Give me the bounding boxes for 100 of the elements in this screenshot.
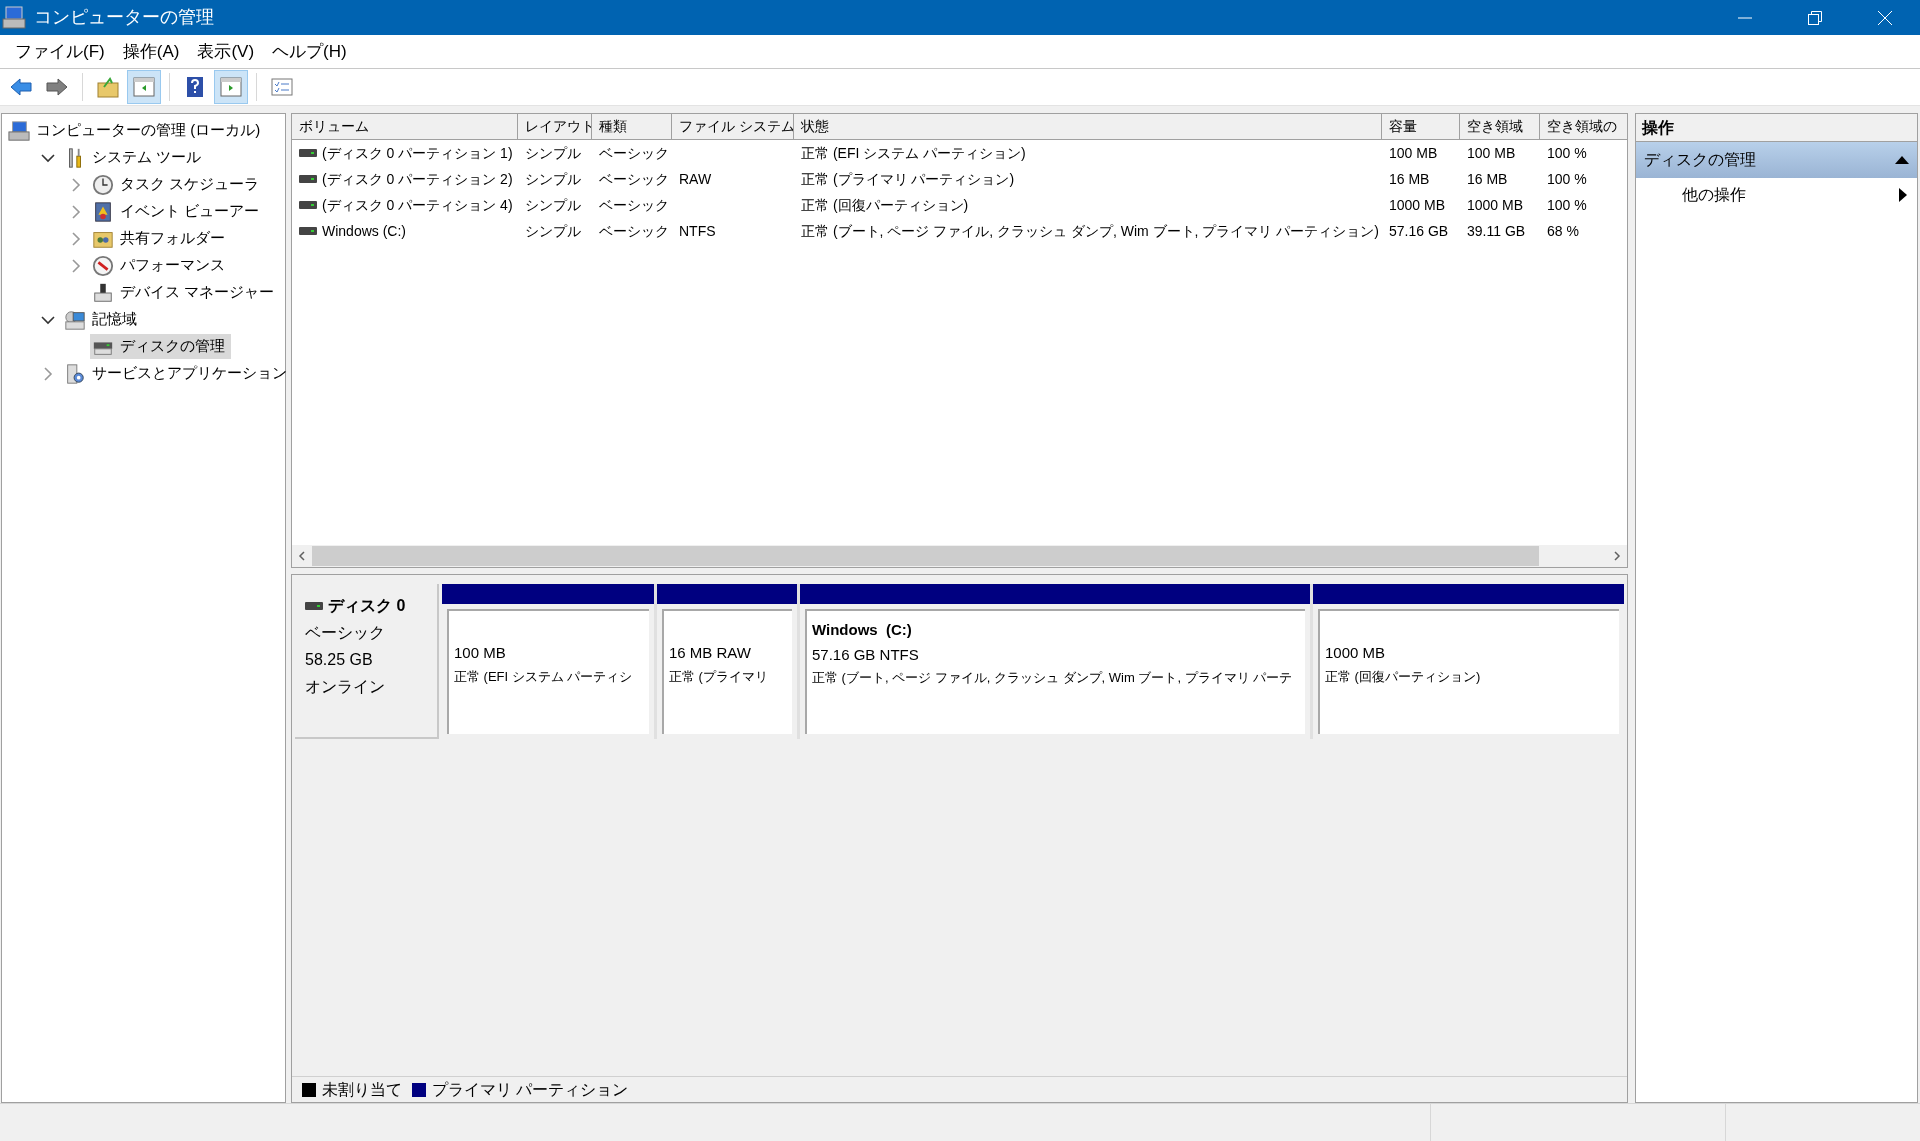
disk-drive-icon: [299, 149, 317, 157]
window-title: コンピューターの管理: [34, 6, 214, 29]
menu-item[interactable]: 表示(V): [188, 36, 264, 67]
table-cell-text: 39.11 GB: [1467, 221, 1526, 241]
action-item[interactable]: 他の操作: [1636, 178, 1917, 212]
disk-drive-icon: [299, 201, 317, 209]
folder-arrow-icon: [96, 75, 120, 99]
partition-box[interactable]: 100 MB 正常 (EFI システム パーティシ: [447, 609, 649, 734]
chevron-down-icon[interactable]: [41, 314, 55, 325]
tree-item[interactable]: タスク スケジューラ: [90, 172, 266, 197]
disk-drive-icon: [299, 227, 317, 235]
table-cell-text: シンプル: [525, 169, 581, 189]
minimize-icon: [1738, 16, 1752, 19]
table-cell-text: シンプル: [525, 195, 581, 215]
partition-box[interactable]: 16 MB RAW 正常 (プライマリ: [662, 609, 792, 734]
submenu-arrow-icon: [1899, 188, 1907, 202]
column-header[interactable]: ファイル システム: [672, 114, 794, 140]
tree-item[interactable]: コンピューターの管理 (ローカル): [6, 118, 267, 143]
checklist-icon: [270, 75, 294, 99]
table-cell-text: 57.16 GB: [1389, 221, 1449, 241]
table-cell-text: ベーシック: [599, 169, 669, 189]
tree-item[interactable]: デバイス マネージャー: [90, 280, 281, 305]
chevron-right-icon[interactable]: [71, 258, 81, 273]
column-header[interactable]: ボリューム: [292, 114, 518, 140]
storage-icon: [64, 308, 86, 331]
menu-item[interactable]: 操作(A): [113, 36, 189, 67]
table-cell-text: Windows (C:): [322, 221, 406, 241]
chevron-right-icon[interactable]: [71, 177, 81, 192]
partition-size: 1000 MB: [1325, 643, 1387, 663]
table-cell-text: 1000 MB: [1467, 195, 1524, 215]
server-gear-icon: [64, 362, 86, 385]
column-header[interactable]: 空き領域: [1460, 114, 1540, 140]
legend-label: プライマリ パーティション: [432, 1079, 629, 1100]
disk-name: ディスク 0: [328, 596, 406, 616]
restore-icon: [1808, 10, 1822, 25]
partition-size: 16 MB RAW: [669, 643, 752, 663]
table-cell-text: ベーシック: [599, 195, 669, 215]
table-cell-text: 100 MB: [1467, 143, 1516, 163]
device-icon: [92, 281, 114, 304]
disk-size: 58.25 GB: [305, 650, 374, 670]
chevron-right-icon[interactable]: [71, 231, 81, 246]
table-cell-text: (ディスク 0 パーティション 1): [322, 143, 513, 163]
clock-icon: [92, 173, 114, 196]
disk-drive-icon: [305, 602, 323, 610]
partition-size: 57.16 GB NTFS: [812, 644, 920, 665]
partition-title: Windows (C:): [812, 620, 913, 640]
table-cell-text: 正常 (ブート, ページ ファイル, クラッシュ ダンプ, Wim ブート, プライマリ パーティション): [801, 221, 1379, 241]
pane-window-icon: [132, 75, 156, 99]
event-log-icon: [92, 200, 114, 223]
partition-status: 正常 (回復パーティション): [1325, 667, 1482, 686]
legend-label: 未割り当て: [322, 1079, 402, 1100]
table-cell-text: RAW: [679, 169, 712, 189]
actions-header: 操作: [1636, 114, 1917, 142]
table-cell-text: 16 MB: [1389, 169, 1430, 189]
column-header[interactable]: レイアウト: [518, 114, 592, 140]
table-cell-text: 1000 MB: [1389, 195, 1446, 215]
menu-item[interactable]: ファイル(F): [6, 36, 114, 67]
table-cell-text: シンプル: [525, 143, 581, 163]
close-icon: [1878, 10, 1892, 25]
table-cell-text: 100 %: [1547, 169, 1587, 189]
disk-type: ベーシック: [305, 623, 386, 643]
table-cell-text: 68 %: [1547, 221, 1579, 241]
chevron-down-icon[interactable]: [41, 152, 55, 163]
partition-box[interactable]: 1000 MB 正常 (回復パーティション): [1318, 609, 1619, 734]
table-cell-text: 16 MB: [1467, 169, 1508, 189]
table-cell-text: 100 %: [1547, 143, 1587, 163]
table-cell-text: (ディスク 0 パーティション 4): [322, 195, 513, 215]
tree-item[interactable]: パフォーマンス: [90, 253, 231, 278]
horizontal-scrollbar[interactable]: [292, 545, 1627, 567]
partition-status: 正常 (EFI システム パーティシ: [454, 667, 634, 686]
table-cell-text: NTFS: [679, 221, 716, 241]
tree-item[interactable]: システム ツール: [62, 145, 208, 170]
back-arrow-icon: [9, 75, 33, 99]
tree-item[interactable]: イベント ビューアー: [90, 199, 266, 224]
table-cell-text: (ディスク 0 パーティション 2): [322, 169, 513, 189]
column-header[interactable]: 種類: [592, 114, 672, 140]
table-cell-text: シンプル: [525, 221, 581, 241]
column-header[interactable]: 空き領域の: [1540, 114, 1627, 140]
tree-item[interactable]: ディスクの管理: [90, 334, 231, 359]
forward-arrow-icon: [45, 75, 69, 99]
action-group-header[interactable]: ディスクの管理: [1636, 142, 1917, 178]
table-cell-text: 100 MB: [1389, 143, 1438, 163]
chevron-right-icon[interactable]: [43, 366, 53, 381]
partition-status: 正常 (プライマリ: [669, 667, 769, 686]
tree-item[interactable]: サービスとアプリケーション: [62, 361, 293, 386]
tree-item[interactable]: 共有フォルダー: [90, 226, 231, 251]
table-cell-text: ベーシック: [599, 221, 669, 241]
table-cell-text: 正常 (回復パーティション): [801, 195, 969, 215]
pane-window-icon: [219, 75, 243, 99]
partition-status: 正常 (ブート, ページ ファイル, クラッシュ ダンプ, Wim ブート, プライマリ パーテ: [812, 669, 1294, 687]
computer-icon: [8, 119, 30, 142]
column-header[interactable]: 容量: [1382, 114, 1460, 140]
partition-box[interactable]: Windows (C:) 57.16 GB NTFS 正常 (ブート, ページ ファイル, クラッシュ ダンプ, Wim ブート, プライマリ パーテ: [805, 609, 1305, 734]
chevron-right-icon[interactable]: [71, 204, 81, 219]
table-cell-text: 100 %: [1547, 195, 1587, 215]
column-header[interactable]: 状態: [794, 114, 1382, 140]
table-cell-text: 正常 (EFI システム パーティション): [801, 143, 1026, 163]
menu-item[interactable]: ヘルプ(H): [263, 36, 356, 67]
table-cell-text: ベーシック: [599, 143, 669, 163]
tree-item[interactable]: 記憶域: [62, 307, 143, 332]
